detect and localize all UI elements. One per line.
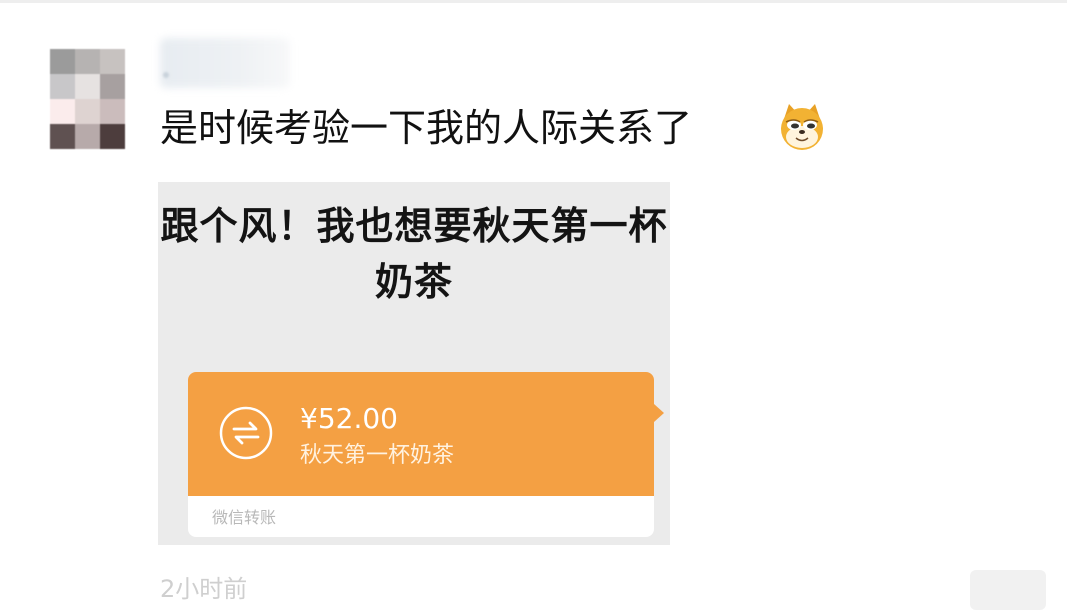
- transfer-description: 秋天第一杯奶茶: [300, 443, 455, 468]
- post-image[interactable]: 跟个风！我也想要秋天第一杯奶茶 ¥52.00 秋天第一杯奶茶 微信转账: [158, 182, 670, 545]
- doge-face-icon: [781, 104, 823, 150]
- top-divider: [0, 0, 1067, 3]
- transfer-card-tail: [654, 404, 664, 422]
- transfer-amount: ¥52.00: [300, 402, 398, 435]
- transfer-arrows-icon: [219, 406, 273, 460]
- avatar[interactable]: [50, 49, 150, 149]
- post-timestamp: 2小时前: [160, 575, 248, 603]
- comment-more-button[interactable]: [970, 570, 1046, 610]
- wechat-transfer-card[interactable]: ¥52.00 秋天第一杯奶茶 微信转账: [188, 372, 664, 537]
- username-blur-mark: [163, 72, 169, 78]
- username-blurred[interactable]: [160, 38, 290, 88]
- post-text: 是时候考验一下我的人际关系了: [160, 106, 693, 150]
- image-caption: 跟个风！我也想要秋天第一杯奶茶: [160, 204, 668, 304]
- transfer-footer-label: 微信转账: [212, 508, 277, 527]
